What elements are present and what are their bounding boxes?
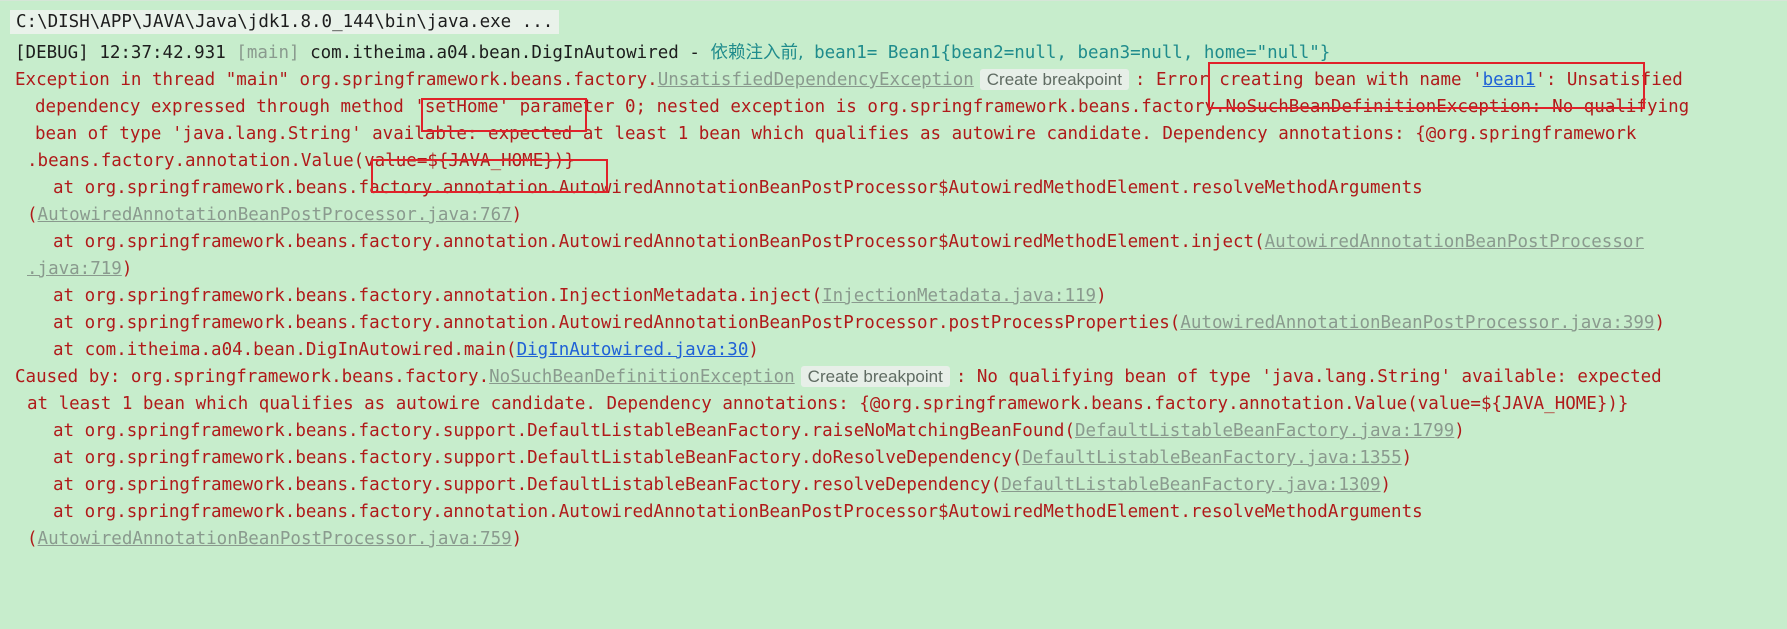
create-breakpoint-button[interactable]: Create breakpoint — [979, 69, 1129, 90]
console-output[interactable]: C:\DISH\APP\JAVA\Java\jdk1.8.0_144\bin\j… — [0, 0, 1787, 629]
stack-frame-text: at org.springframework.beans.factory.sup… — [53, 475, 1002, 495]
log-dash: - — [689, 43, 700, 63]
paren-close: ) — [748, 340, 759, 360]
stack-frame: at org.springframework.beans.factory.ann… — [53, 308, 1787, 338]
stack-frame-text: at org.springframework.beans.factory.sup… — [53, 448, 1023, 468]
paren-close: ) — [121, 259, 133, 279]
log-time: 12:37:42.931 — [99, 43, 226, 63]
highlight-box-sethome — [421, 98, 587, 132]
source-link[interactable]: AutowiredAnnotationBeanPostProcessor.jav… — [38, 529, 512, 549]
caused-message: : No qualifying bean of type 'java.lang.… — [955, 367, 1662, 387]
highlight-box-java-home — [371, 159, 608, 193]
log-message-cn: 依赖注入前, — [710, 43, 804, 63]
source-link[interactable]: AutowiredAnnotationBeanPostProcessor.jav… — [1180, 313, 1654, 333]
paren-close: ) — [511, 205, 523, 225]
stack-frame-cont: (AutowiredAnnotationBeanPostProcessor.ja… — [27, 524, 1787, 554]
source-link[interactable]: DefaultListableBeanFactory.java:1355 — [1022, 448, 1401, 468]
stack-frame: at org.springframework.beans.factory.sup… — [53, 416, 1787, 446]
source-link-cont[interactable]: .java:719 — [27, 259, 122, 279]
stack-frame: at org.springframework.beans.factory.ann… — [53, 502, 1423, 522]
paren-close: ) — [1380, 475, 1392, 495]
exception-class-link[interactable]: UnsatisfiedDependencyException — [658, 70, 974, 90]
stack-frame: at org.springframework.beans.factory.ann… — [53, 178, 1423, 198]
stack-frame-text: at org.springframework.beans.factory.ann… — [53, 232, 1265, 252]
exception-detail-line-4: .beans.factory.annotation.Value(value=${… — [27, 151, 575, 171]
caused-by-prefix: Caused by: org.springframework.beans.fac… — [15, 367, 490, 387]
paren-open: ( — [27, 205, 38, 225]
caused-detail-line-2: at least 1 bean which qualifies as autow… — [27, 394, 1629, 414]
paren-close: ) — [511, 529, 523, 549]
stack-frame-cont: (AutowiredAnnotationBeanPostProcessor.ja… — [27, 200, 1787, 230]
stack-frame-text: at com.itheima.a04.bean.DigInAutowired.m… — [53, 340, 517, 360]
source-link[interactable]: AutowiredAnnotationBeanPostProcessor — [1265, 232, 1644, 252]
caused-by-line: Caused by: org.springframework.beans.fac… — [15, 362, 1787, 392]
exception-prefix: Exception in thread "main" org.springfra… — [15, 70, 658, 90]
log-logger: com.itheima.a04.bean.DigInAutowired — [310, 43, 679, 63]
caused-class-link[interactable]: NoSuchBeanDefinitionException — [489, 367, 795, 387]
source-link-main[interactable]: DigInAutowired.java:30 — [517, 340, 749, 360]
stack-frame: at org.springframework.beans.factory.sup… — [53, 443, 1787, 473]
source-link[interactable]: DefaultListableBeanFactory.java:1309 — [1001, 475, 1380, 495]
stack-frame: at com.itheima.a04.bean.DigInAutowired.m… — [53, 335, 1787, 365]
paren-close: ) — [1401, 448, 1413, 468]
log-message-rest: bean1= Bean1{bean2=null, bean3=null, hom… — [803, 43, 1331, 63]
highlight-box-error-bean1 — [1208, 62, 1645, 109]
stack-frame: at org.springframework.beans.factory.sup… — [53, 470, 1787, 500]
source-link[interactable]: InjectionMetadata.java:119 — [822, 286, 1096, 306]
log-level: [DEBUG] — [15, 43, 89, 63]
create-breakpoint-button[interactable]: Create breakpoint — [800, 366, 950, 387]
stack-frame-text: at org.springframework.beans.factory.ann… — [53, 286, 823, 306]
source-link[interactable]: DefaultListableBeanFactory.java:1799 — [1075, 421, 1454, 441]
stack-frame-text: at org.springframework.beans.factory.ann… — [53, 313, 1181, 333]
stack-frame-cont: .java:719) — [27, 254, 1787, 284]
stack-frame-text: at org.springframework.beans.factory.sup… — [53, 421, 1075, 441]
command-text: C:\DISH\APP\JAVA\Java\jdk1.8.0_144\bin\j… — [10, 10, 560, 34]
paren-close: ) — [1096, 286, 1107, 306]
paren-open: ( — [27, 529, 38, 549]
paren-close: ) — [1454, 421, 1465, 441]
command-line: C:\DISH\APP\JAVA\Java\jdk1.8.0_144\bin\j… — [10, 7, 1787, 37]
source-link[interactable]: AutowiredAnnotationBeanPostProcessor.jav… — [38, 205, 512, 225]
stack-frame: at org.springframework.beans.factory.ann… — [53, 227, 1787, 257]
stack-frame: at org.springframework.beans.factory.ann… — [53, 281, 1787, 311]
log-thread: [main] — [236, 43, 300, 63]
paren-close: ) — [1654, 313, 1666, 333]
exception-detail-line-3: bean of type 'java.lang.String' availabl… — [35, 124, 1637, 144]
